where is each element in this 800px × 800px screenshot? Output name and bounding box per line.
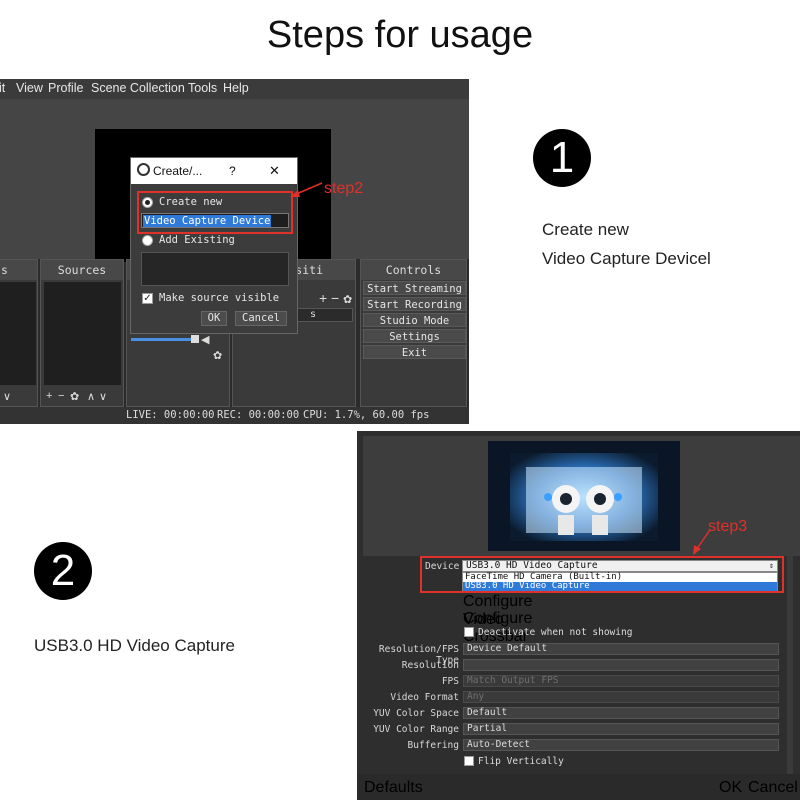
chevron-down-icon[interactable]: ∨ bbox=[99, 390, 107, 403]
menu-tools[interactable]: Tools bbox=[188, 81, 217, 95]
resolution-fps-type-value: Device Default bbox=[467, 643, 548, 654]
exit-button[interactable]: Exit bbox=[363, 345, 466, 359]
dialog-titlebar: Create/... ? ✕ bbox=[131, 158, 297, 184]
remove-icon[interactable]: − bbox=[331, 290, 339, 306]
step-2-line-1: USB3.0 HD Video Capture bbox=[34, 636, 235, 655]
gear-icon[interactable]: ✿ bbox=[70, 390, 79, 403]
menu-scene-collection[interactable]: Scene Collection bbox=[91, 81, 185, 95]
make-visible-label: Make source visible bbox=[159, 292, 280, 304]
speaker-icon[interactable]: ◀ bbox=[201, 333, 209, 346]
obs-window-screenshot-1: it View Profile Scene Collection Tools H… bbox=[0, 79, 469, 424]
start-streaming-button[interactable]: Start Streaming bbox=[363, 281, 466, 295]
live-timer: LIVE: 00:00:00 bbox=[126, 409, 215, 421]
volume-slider-handle[interactable] bbox=[191, 335, 199, 343]
controls-dock-title: Controls bbox=[361, 260, 466, 280]
close-icon[interactable]: ✕ bbox=[269, 163, 280, 179]
video-preview bbox=[488, 441, 680, 551]
rec-timer: REC: 00:00:00 bbox=[217, 409, 300, 421]
cpu-fps: CPU: 1.7%, 60.00 fps bbox=[303, 409, 430, 421]
page-title: Steps for usage bbox=[266, 14, 534, 56]
scenes-dock-title: s bbox=[0, 260, 37, 280]
buffering-value: Auto-Detect bbox=[467, 739, 530, 750]
yuv-color-range-label: YUV Color Range bbox=[373, 724, 459, 735]
add-existing-label: Add Existing bbox=[159, 234, 235, 246]
obs-logo-icon bbox=[137, 163, 150, 176]
create-source-dialog: Create/... ? ✕ Create new Video Capture … bbox=[130, 157, 298, 334]
deactivate-checkbox[interactable] bbox=[464, 627, 474, 637]
defaults-button[interactable]: Defaults bbox=[364, 779, 423, 797]
fps-label: FPS bbox=[441, 676, 459, 687]
step-2-badge: 2 bbox=[34, 542, 92, 600]
remove-icon[interactable]: − bbox=[58, 390, 64, 402]
chevron-up-icon[interactable]: ∧ bbox=[87, 390, 95, 403]
video-format-value: Any bbox=[467, 691, 485, 702]
ok-button[interactable]: OK bbox=[201, 311, 227, 326]
help-icon[interactable]: ? bbox=[229, 164, 236, 178]
yuv-color-range-select[interactable]: Partial bbox=[463, 723, 779, 735]
fps-select[interactable]: Match Output FPS bbox=[463, 675, 779, 687]
existing-sources-list[interactable] bbox=[141, 252, 289, 286]
studio-mode-button[interactable]: Studio Mode bbox=[363, 313, 466, 327]
step-1-line-2: Video Capture Devicel bbox=[542, 249, 711, 268]
yuv-color-range-value: Partial bbox=[467, 723, 508, 734]
buffering-label: Buffering bbox=[407, 740, 459, 751]
make-visible-checkbox[interactable]: ✓ bbox=[142, 293, 153, 304]
yuv-color-space-select[interactable]: Default bbox=[463, 707, 779, 719]
scenes-dock: s ∨ bbox=[0, 259, 38, 407]
yuv-color-space-label: YUV Color Space bbox=[373, 708, 459, 719]
add-icon[interactable]: + bbox=[46, 390, 52, 402]
chevron-down-icon[interactable]: ∨ bbox=[3, 390, 11, 403]
volume-slider[interactable] bbox=[131, 338, 193, 341]
ok-button[interactable]: OK bbox=[719, 779, 745, 797]
sources-dock: Sources + − ✿ ∧ ∨ bbox=[40, 259, 124, 407]
step2-arrow-icon bbox=[290, 182, 323, 197]
camera-preview-image bbox=[488, 441, 680, 551]
menu-bar: it View Profile Scene Collection Tools H… bbox=[0, 79, 469, 99]
yuv-color-space-value: Default bbox=[467, 707, 508, 718]
cancel-button[interactable]: Cancel bbox=[748, 779, 798, 797]
menu-view[interactable]: View bbox=[16, 81, 43, 95]
deactivate-label: Deactivate when not showing bbox=[478, 627, 633, 638]
buffering-select[interactable]: Auto-Detect bbox=[463, 739, 779, 751]
video-format-label: Video Format bbox=[390, 692, 459, 703]
step2-highlight-box bbox=[137, 191, 293, 234]
step-1-line-1: Create new bbox=[542, 220, 629, 239]
step3-highlight-box bbox=[420, 556, 784, 593]
add-existing-radio[interactable] bbox=[142, 235, 153, 246]
scenes-list[interactable] bbox=[0, 282, 36, 385]
gear-icon[interactable]: ✿ bbox=[343, 293, 352, 306]
fps-value: Match Output FPS bbox=[467, 675, 559, 686]
start-recording-button[interactable]: Start Recording bbox=[363, 297, 466, 311]
video-format-select[interactable]: Any bbox=[463, 691, 779, 703]
sources-list[interactable] bbox=[44, 282, 121, 385]
step3-label: step3 bbox=[708, 518, 748, 535]
step-1-badge: 1 bbox=[533, 129, 591, 187]
step2-label: step2 bbox=[324, 180, 364, 197]
gear-icon[interactable]: ✿ bbox=[213, 349, 222, 362]
flip-vertically-checkbox[interactable] bbox=[464, 756, 474, 766]
menu-help[interactable]: Help bbox=[223, 81, 249, 95]
cancel-button[interactable]: Cancel bbox=[235, 311, 287, 326]
settings-button[interactable]: Settings bbox=[363, 329, 466, 343]
sources-dock-title: Sources bbox=[41, 260, 123, 280]
add-icon[interactable]: + bbox=[319, 290, 327, 306]
flip-vertically-label: Flip Vertically bbox=[478, 756, 564, 767]
resolution-fps-type-select[interactable]: Device Default bbox=[463, 643, 779, 655]
resolution-label: Resolution bbox=[401, 660, 459, 671]
preview-area bbox=[363, 436, 800, 556]
status-bar: LIVE: 00:00:00 REC: 00:00:00 CPU: 1.7%, … bbox=[0, 407, 469, 424]
dialog-title: Create/... bbox=[153, 164, 203, 178]
menu-profile[interactable]: Profile bbox=[48, 81, 83, 95]
resolution-select[interactable] bbox=[463, 659, 779, 671]
menu-edit-partial[interactable]: it bbox=[0, 81, 5, 95]
